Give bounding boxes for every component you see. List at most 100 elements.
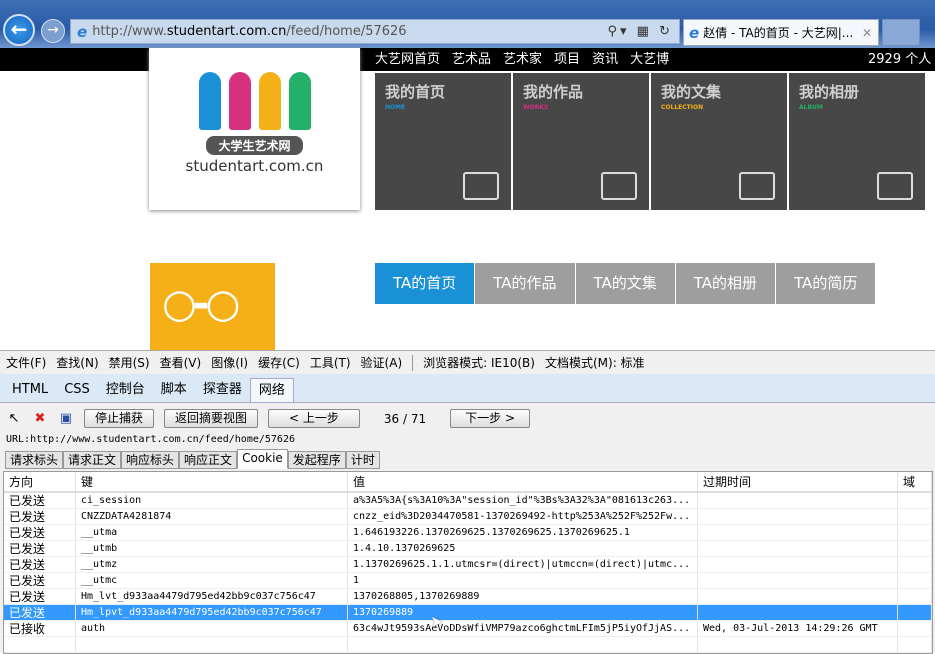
cell: __utmb — [76, 541, 348, 556]
column-header[interactable]: 过期时间 — [698, 472, 898, 491]
tile-title: 我的相册 — [799, 83, 860, 101]
tile-subtitle: ALBUM — [799, 104, 823, 111]
cell — [898, 637, 932, 652]
mode-menu-item[interactable]: 文档模式(M): 标准 — [545, 354, 645, 371]
back-to-summary-button[interactable]: 返回摘要视图 — [164, 409, 259, 428]
close-tab-icon[interactable]: ✕ — [862, 26, 872, 40]
stop-capture-button[interactable]: 停止捕获 — [84, 409, 155, 428]
top-nav-link[interactable]: 项目 — [554, 48, 580, 71]
back-button[interactable]: ← — [3, 14, 35, 46]
menu-item[interactable]: 禁用(S) — [109, 354, 150, 371]
profile-tab[interactable]: TA的作品 — [475, 263, 575, 304]
top-nav-link[interactable]: 大艺网首页 — [375, 48, 440, 71]
column-header[interactable]: 域 — [898, 472, 932, 491]
table-row[interactable]: 已发送 Hm_lvt_d933aa4479d795ed42bb9c037c756c… — [4, 589, 932, 605]
detail-tab[interactable]: 请求正文 — [63, 451, 122, 469]
table-row[interactable]: 已发送 Hm_lpvt_d933aa4479d795ed42bb9c037c756… — [4, 605, 932, 621]
menu-item[interactable]: 文件(F) — [6, 354, 46, 371]
cell-domain — [898, 525, 932, 540]
profile-tile[interactable]: 我的相册 ALBUM — [789, 73, 925, 210]
devtools-tab[interactable]: 控制台 — [98, 378, 153, 402]
table-row[interactable]: 已发送 __utmb 1.4.10.1370269625 — [4, 541, 932, 557]
profile-tile[interactable]: 我的文集 COLLECTION — [651, 73, 787, 210]
avatar[interactable]: ○-○ — [150, 263, 275, 350]
forward-button[interactable]: → — [41, 19, 65, 43]
cell: 1.4.10.1370269625 — [348, 541, 698, 556]
tile-icon — [463, 172, 499, 200]
next-button[interactable]: 下一步 > — [450, 409, 530, 428]
column-header[interactable]: 值 — [348, 472, 698, 491]
cell: 已接收 — [4, 621, 76, 636]
clear-icon[interactable]: ✖ — [32, 411, 48, 427]
cell: 已发送 — [4, 557, 76, 572]
profile-tile[interactable]: 我的作品 WORKS — [513, 73, 649, 210]
mode-menu-item[interactable]: 浏览器模式: IE10(B) — [423, 354, 535, 371]
column-header[interactable]: 键 — [76, 472, 348, 491]
cell: __utma — [76, 525, 348, 540]
profile-tab[interactable]: TA的文集 — [575, 263, 675, 304]
detail-tab[interactable]: 请求标头 — [5, 451, 64, 469]
menu-item[interactable]: 查看(V) — [160, 354, 202, 371]
devtools-tab[interactable]: 网络 — [249, 378, 294, 402]
save-icon[interactable]: ▣ — [58, 411, 74, 427]
table-row[interactable]: 已发送 __utmc 1 — [4, 573, 932, 589]
cell — [76, 637, 348, 652]
profile-subtabs: TA的首页 TA的作品 TA的文集 TA的相册 TA的简历 — [375, 263, 876, 304]
devtools-tab[interactable]: CSS — [56, 378, 98, 402]
profile-tab[interactable]: TA的首页 — [375, 263, 475, 304]
table-row[interactable]: 已发送 __utma 1.646193226.1370269625.13702696… — [4, 525, 932, 541]
cell: cnzz_eid%3D2034470581-1370269492-http%25… — [348, 509, 698, 524]
cell: 已发送 — [4, 525, 76, 540]
top-nav-link[interactable]: 大艺博 — [630, 48, 669, 71]
menu-item[interactable]: 查找(N) — [56, 354, 98, 371]
tile-subtitle: COLLECTION — [661, 104, 704, 111]
profile-tile[interactable]: 我的首页 HOME — [375, 73, 511, 210]
cell: 63c4wJt9593sAeVoDDsWfiVMP79azco6ghctmLFI… — [348, 621, 698, 636]
menu-item[interactable]: 缓存(C) — [258, 354, 300, 371]
top-nav-link[interactable]: 艺术家 — [503, 48, 542, 71]
site-logo[interactable]: 大学生艺术网 studentart.com.cn — [149, 48, 360, 210]
browser-tab[interactable]: e 赵倩 - TA的首页 - 大艺网|... ✕ — [683, 19, 879, 46]
cell-domain — [898, 509, 932, 524]
profile-tab[interactable]: TA的相册 — [675, 263, 776, 304]
profile-tiles: 我的首页 HOME 我的作品 WORKS 我的文集 COLLECTION 我的相册 ALBUM — [375, 73, 925, 210]
table-row[interactable]: 已发送 CNZZDATA4281874 cnzz_eid%3D2034470581-… — [4, 509, 932, 525]
table-row[interactable]: 已接收 auth 63c4wJt9593sAeVoDDsWfiVMP79azco6g… — [4, 621, 932, 637]
cell — [698, 589, 898, 604]
top-nav-link[interactable]: 艺术品 — [452, 48, 491, 71]
developer-tools: 文件(F) 查找(N) 禁用(S) 查看(V) 图像(I) 缓存(C) 工具(T) 验证(A)… — [0, 350, 935, 654]
detail-tab[interactable]: 响应标头 — [121, 451, 180, 469]
menu-item[interactable]: 工具(T) — [310, 354, 351, 371]
devtools-tab[interactable]: HTML — [4, 378, 56, 402]
table-row[interactable]: 已发送 ci_session a%3A5%3A{s%3A10%3A"session_… — [4, 493, 932, 509]
glasses-icon: ○-○ — [162, 281, 240, 327]
cell: __utmc — [76, 573, 348, 588]
site-top-nav: 大艺网首页 艺术品 艺术家 项目 资讯 大艺博 — [375, 48, 669, 71]
detail-tab[interactable]: Cookie — [237, 449, 288, 469]
detail-tab[interactable]: 发起程序 — [287, 451, 346, 469]
devtools-tab[interactable]: 脚本 — [153, 378, 195, 402]
table-row-empty — [4, 637, 932, 653]
mouse-cursor-icon: ➤ — [430, 612, 444, 631]
detail-tab[interactable]: 响应正文 — [179, 451, 238, 469]
search-refresh-icons[interactable]: ⚲▾ ▦ ↻ — [608, 24, 674, 39]
menu-item[interactable]: 图像(I) — [211, 354, 248, 371]
ie-icon: e — [77, 22, 88, 41]
select-element-icon[interactable]: ↖ — [6, 411, 22, 427]
address-bar[interactable]: e http://www. studentart.com.cn/feed/home… — [70, 19, 680, 44]
cell: auth — [76, 621, 348, 636]
new-tab-button[interactable] — [882, 19, 920, 46]
table-row[interactable]: 已发送 __utmz 1.1370269625.1.1.utmcsr=(direct… — [4, 557, 932, 573]
column-header[interactable]: 方向 — [4, 472, 76, 491]
devtools-tab[interactable]: 探查器 — [195, 378, 250, 402]
detail-tab[interactable]: 计时 — [345, 451, 380, 469]
cell — [698, 493, 898, 508]
logo-figures-icon — [149, 72, 360, 130]
cell: 已发送 — [4, 541, 76, 556]
top-nav-link[interactable]: 资讯 — [592, 48, 618, 71]
cell: Wed, 03-Jul-2013 14:29:26 GMT — [698, 621, 898, 636]
logo-en: studentart.com.cn — [185, 157, 324, 175]
menu-item[interactable]: 验证(A) — [361, 354, 403, 371]
prev-button[interactable]: < 上一步 — [268, 409, 360, 428]
profile-tab[interactable]: TA的简历 — [776, 263, 876, 304]
